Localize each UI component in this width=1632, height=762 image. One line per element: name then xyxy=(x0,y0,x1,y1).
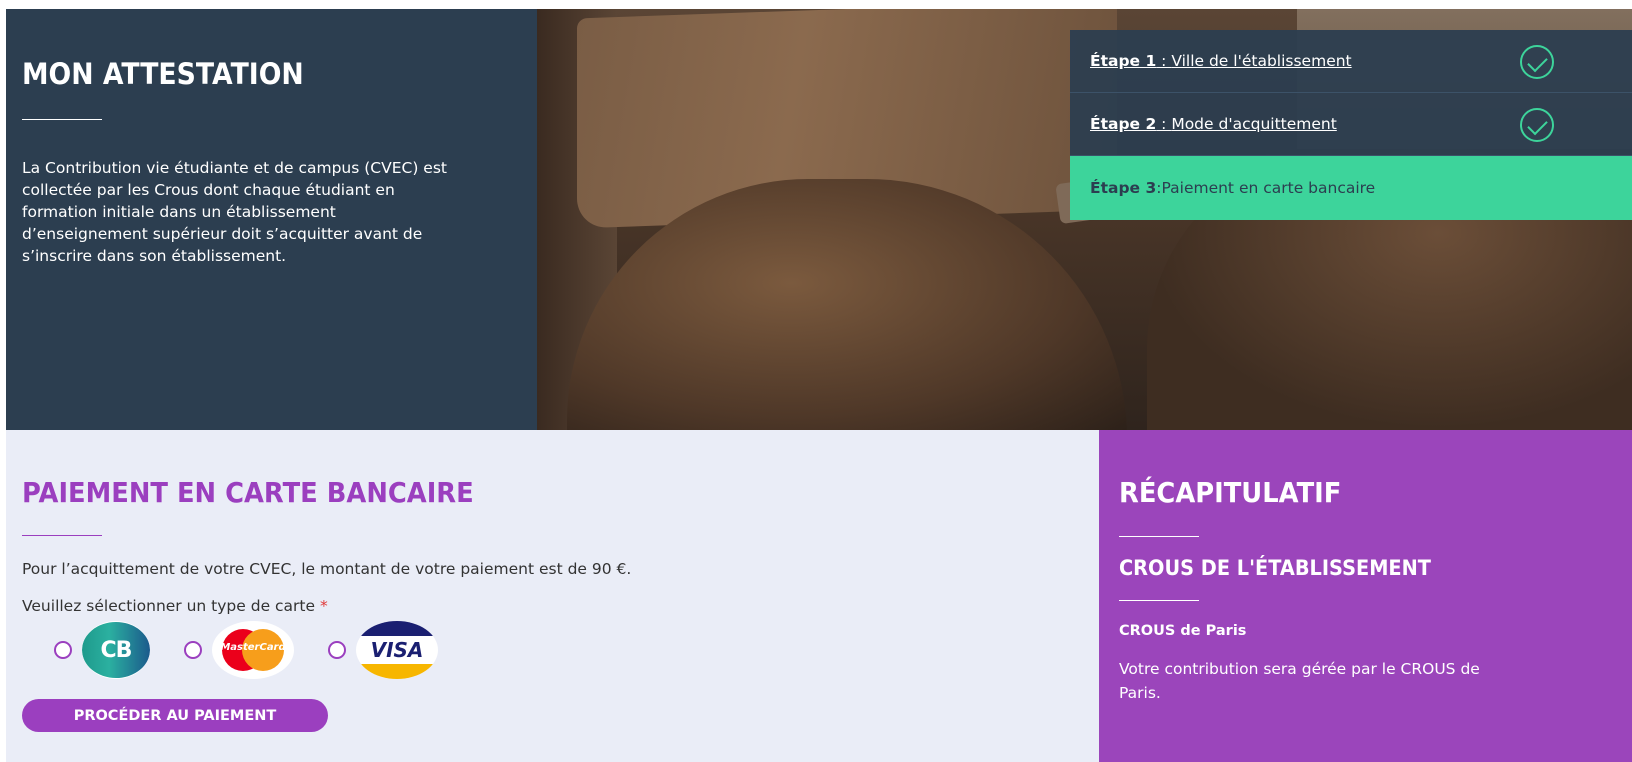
card-type-label: Veuillez sélectionner un type de carte * xyxy=(22,597,328,615)
radio-mastercard[interactable] xyxy=(184,641,202,659)
proceed-payment-button[interactable]: PROCÉDER AU PAIEMENT xyxy=(22,699,328,732)
check-icon xyxy=(1520,45,1554,79)
recap-title: RÉCAPITULATIF xyxy=(1119,476,1342,509)
radio-cb[interactable] xyxy=(54,641,72,659)
step-2[interactable]: Étape 2 : Mode d'acquittement xyxy=(1070,93,1632,156)
step-1-link[interactable]: Étape 1 : Ville de l'établissement xyxy=(1090,52,1352,70)
payment-section: PAIEMENT EN CARTE BANCAIRE Pour l’acquit… xyxy=(6,430,1099,762)
check-icon xyxy=(1520,108,1554,142)
card-option-cb[interactable]: CB xyxy=(22,621,150,679)
intro-text: La Contribution vie étudiante et de camp… xyxy=(22,159,447,265)
steps-nav: Étape 1 : Ville de l'établissement Étape… xyxy=(1070,30,1632,220)
payment-divider xyxy=(22,535,102,536)
step-1[interactable]: Étape 1 : Ville de l'établissement xyxy=(1070,30,1632,93)
recap-subdivider xyxy=(1119,600,1199,601)
recap-divider xyxy=(1119,536,1199,537)
payment-title: PAIEMENT EN CARTE BANCAIRE xyxy=(22,476,474,509)
step-3-num: Étape 3 xyxy=(1090,179,1157,197)
visa-logo-icon[interactable]: VISA xyxy=(356,621,438,679)
crous-description: Votre contribution sera gérée par le CRO… xyxy=(1119,660,1480,702)
intro-panel: MON ATTESTATION La Contribution vie étud… xyxy=(6,9,537,430)
crous-name: CROUS de Paris xyxy=(1119,623,1247,639)
radio-visa[interactable] xyxy=(328,641,346,659)
title-divider xyxy=(22,119,102,120)
step-2-link[interactable]: Étape 2 : Mode d'acquittement xyxy=(1090,115,1337,133)
required-mark: * xyxy=(319,597,328,615)
recap-subtitle: CROUS DE L'ÉTABLISSEMENT xyxy=(1119,556,1431,580)
step-3-label: Paiement en carte bancaire xyxy=(1161,179,1376,197)
recap-panel: RÉCAPITULATIF CROUS DE L'ÉTABLISSEMENT C… xyxy=(1099,430,1632,762)
cb-logo-icon[interactable]: CB xyxy=(82,621,150,679)
card-type-options: CB MasterCard VISA xyxy=(22,621,1099,679)
card-option-mastercard[interactable]: MasterCard xyxy=(172,621,294,679)
step-3: Étape 3 : Paiement en carte bancaire xyxy=(1070,156,1632,220)
page-title: MON ATTESTATION xyxy=(22,57,304,91)
mastercard-logo-icon[interactable]: MasterCard xyxy=(212,621,294,679)
amount-text: Pour l’acquittement de votre CVEC, le mo… xyxy=(22,560,632,578)
card-option-visa[interactable]: VISA xyxy=(316,621,438,679)
